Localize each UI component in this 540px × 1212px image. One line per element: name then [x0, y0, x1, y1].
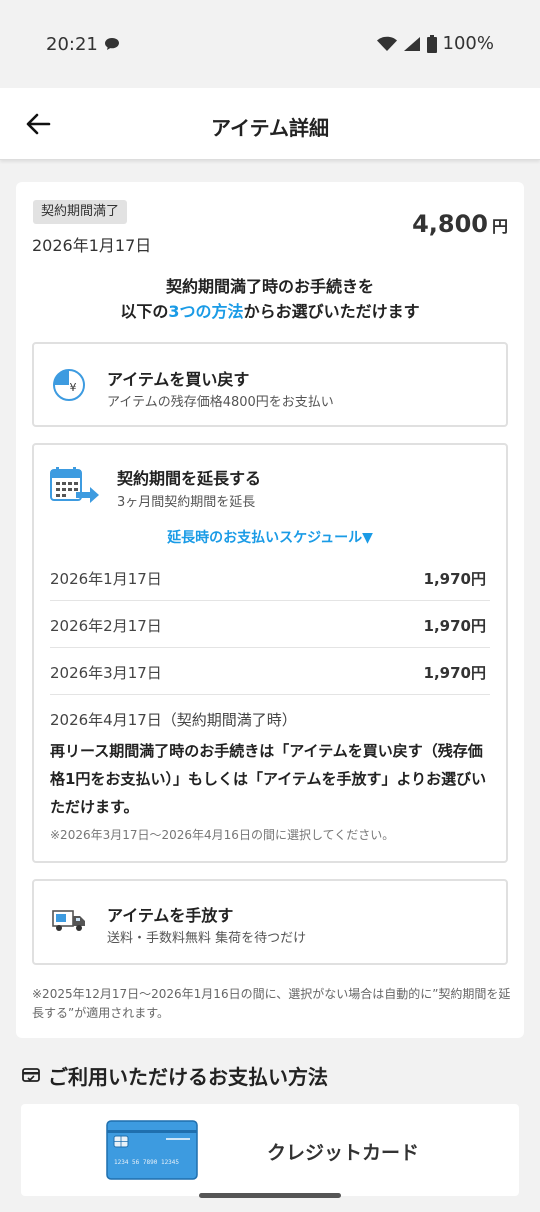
schedule-amount: 1,970円 [423, 570, 486, 588]
schedule-amount: 1,970円 [423, 617, 486, 635]
chat-bubble-icon [105, 38, 119, 50]
intro-line-2: 以下の3つの方法からお選びいただけます [16, 299, 524, 324]
status-bar: 20:21 100% [0, 0, 540, 88]
app-header: アイテム詳細 [0, 88, 540, 160]
buyback-yen-icon: ¥ [53, 369, 85, 401]
intro-line-1: 契約期間満了時のお手続きを [165, 277, 374, 296]
schedule-row: 2026年1月17日 1,970円 [50, 554, 490, 601]
option-buyback[interactable]: ¥ アイテムを買い戻す アイテムの残存価格4800円をお支払い [32, 342, 508, 427]
payment-method-label: クレジットカード [267, 1142, 420, 1164]
signal-icon [403, 36, 420, 51]
svg-text:¥: ¥ [70, 381, 77, 394]
option-release-subtitle: 送料・手数料無料 集荷を待つだけ [107, 931, 307, 946]
calendar-arrow-icon [50, 467, 99, 503]
intro-suffix: からお選びいただけます [243, 302, 420, 321]
credit-card-icon: 1234 56 7890 12345 [106, 1120, 198, 1180]
price: 4,800 円 [412, 210, 508, 238]
option-buyback-title: アイテムを買い戻す [107, 370, 250, 389]
payment-card-icon [22, 1068, 40, 1082]
schedule-date: 2026年2月17日 [50, 617, 162, 635]
schedule-final-note: 再リース期間満了時のお手続きは「アイテムを買い戻す（残存価格1円をお支払い）」も… [50, 742, 487, 816]
option-buyback-subtitle: アイテムの残存価格4800円をお支払い [107, 395, 334, 410]
schedule-date: 2026年3月17日 [50, 664, 162, 682]
status-time: 20:21 [46, 34, 98, 55]
schedule-amount: 1,970円 [423, 664, 486, 682]
schedule-selection-note: ※2026年3月17日〜2026年4月16日の間に選択してください。 [50, 828, 395, 842]
schedule-row: 2026年2月17日 1,970円 [50, 601, 490, 648]
option-extend-title: 契約期間を延長する [117, 469, 262, 488]
option-extend[interactable]: 契約期間を延長する 3ヶ月間契約期間を延長 延長時のお支払いスケジュール▼ 20… [32, 443, 508, 863]
contract-end-card: 契約期間満了 2026年1月17日 4,800 円 契約期間満了時のお手続きを 以… [16, 182, 524, 1038]
battery-percent: 100% [442, 33, 494, 54]
schedule-final-date: 2026年4月17日（契約期間満了時） [50, 711, 297, 729]
delivery-truck-icon [52, 910, 85, 931]
price-unit: 円 [491, 217, 508, 236]
intro-accent: 3つの方法 [168, 302, 244, 321]
status-badge: 契約期間満了 [33, 200, 128, 224]
intro-text: 契約期間満了時のお手続きを 以下の3つの方法からお選びいただけます [16, 274, 524, 324]
status-indicators: 100% [376, 33, 494, 54]
home-indicator [199, 1193, 341, 1198]
option-release-title: アイテムを手放す [107, 906, 234, 925]
schedule-row: 2026年3月17日 1,970円 [50, 648, 490, 695]
contract-end-date: 2026年1月17日 [32, 236, 152, 255]
schedule-date: 2026年1月17日 [50, 570, 162, 588]
battery-icon [426, 34, 437, 53]
wifi-icon [376, 36, 397, 51]
intro-prefix: 以下の [120, 302, 169, 321]
payment-method-credit-card[interactable]: 1234 56 7890 12345 クレジットカード [21, 1104, 519, 1196]
page-title: アイテム詳細 [211, 116, 329, 140]
payment-section-title: ご利用いただけるお支払い方法 [48, 1065, 328, 1089]
option-extend-subtitle: 3ヶ月間契約期間を延長 [117, 495, 256, 510]
price-value: 4,800 [412, 210, 488, 238]
auto-extend-footnote: ※2025年12月17日〜2026年1月16日の間に、選択がない場合は自動的に”… [32, 987, 511, 1020]
option-release[interactable]: アイテムを手放す 送料・手数料無料 集荷を待つだけ [32, 879, 508, 965]
card-number: 1234 56 7890 12345 [114, 1159, 179, 1166]
schedule-toggle[interactable]: 延長時のお支払いスケジュール▼ [34, 527, 506, 547]
